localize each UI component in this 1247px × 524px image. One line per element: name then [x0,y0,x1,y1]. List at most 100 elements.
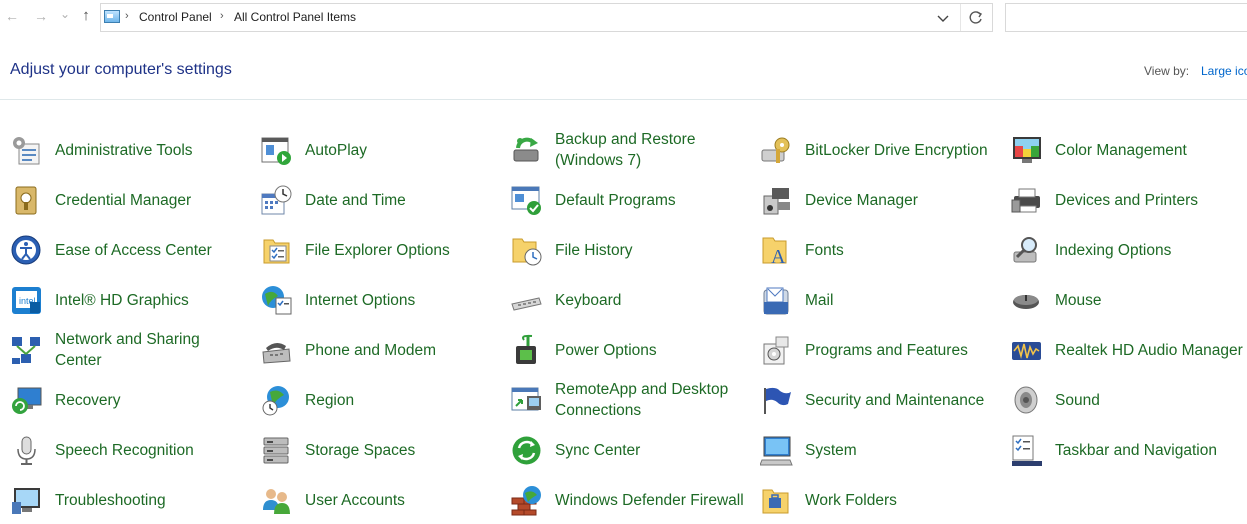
control-panel-item[interactable]: Color Management [1010,125,1247,175]
address-divider [960,4,961,31]
control-panel-item-label[interactable]: Devices and Printers [1055,190,1245,211]
control-panel-item-label[interactable]: Administrative Tools [55,140,245,161]
control-panel-item-label[interactable]: AutoPlay [305,140,495,161]
control-panel-item[interactable]: Taskbar and Navigation [1010,425,1247,475]
control-panel-item-label[interactable]: Power Options [555,340,745,361]
control-panel-item-label[interactable]: Device Manager [805,190,995,211]
control-panel-item[interactable]: Region [260,375,510,425]
control-panel-item-label[interactable]: Date and Time [305,190,495,211]
control-panel-item-label[interactable]: Taskbar and Navigation [1055,440,1245,461]
control-panel-item[interactable]: intel Intel® HD Graphics [10,275,260,325]
control-panel-item-label[interactable]: File History [555,240,745,261]
control-panel-item-label[interactable]: Recovery [55,390,245,411]
control-panel-item[interactable]: BitLocker Drive Encryption [760,125,1010,175]
control-panel-item[interactable]: Device Manager [760,175,1010,225]
control-panel-item[interactable]: Speech Recognition [10,425,260,475]
control-panel-item[interactable]: Ease of Access Center [10,225,260,275]
credential-manager-icon [10,184,43,217]
address-bar[interactable]: › Control Panel › All Control Panel Item… [100,3,993,32]
control-panel-item-label[interactable]: Troubleshooting [55,490,245,511]
control-panel-item[interactable]: Programs and Features [760,325,1010,375]
breadcrumb-separator[interactable]: › [220,10,224,22]
mouse-icon [1010,284,1043,317]
control-panel-icon [104,10,120,23]
control-panel-item[interactable]: Security and Maintenance [760,375,1010,425]
control-panel-item-label[interactable]: Storage Spaces [305,440,495,461]
control-panel-item-label[interactable]: Mouse [1055,290,1245,311]
control-panel-item[interactable]: Network and Sharing Center [10,325,260,375]
control-panel-item-label[interactable]: BitLocker Drive Encryption [805,140,995,161]
control-panel-item-label[interactable]: File Explorer Options [305,240,495,261]
security-maintenance-icon [760,384,793,417]
control-panel-item-label[interactable]: Default Programs [555,190,745,211]
address-dropdown-button[interactable] [935,8,951,28]
control-panel-item-label[interactable]: Backup and Restore (Windows 7) [555,129,745,171]
control-panel-item[interactable]: AutoPlay [260,125,510,175]
control-panel-item-label[interactable]: RemoteApp and Desktop Connections [555,379,745,421]
control-panel-item-label[interactable]: Indexing Options [1055,240,1245,261]
control-panel-item[interactable]: Mouse [1010,275,1247,325]
control-panel-item[interactable]: Date and Time [260,175,510,225]
control-panel-item[interactable]: Default Programs [510,175,760,225]
control-panel-item-label[interactable]: Programs and Features [805,340,995,361]
control-panel-item[interactable]: Sync Center [510,425,760,475]
recent-locations-button[interactable]: ⌄ [57,7,73,21]
control-panel-item-label[interactable]: Internet Options [305,290,495,311]
breadcrumb-all-items[interactable]: All Control Panel Items [234,10,356,24]
control-panel-item[interactable]: Windows Defender Firewall [510,475,760,524]
control-panel-item-label[interactable]: Work Folders [805,490,995,511]
phone-modem-icon [260,334,293,367]
back-button[interactable]: ← [4,9,20,23]
breadcrumb-control-panel[interactable]: Control Panel [139,10,212,24]
control-panel-item[interactable]: Recovery [10,375,260,425]
control-panel-item-label[interactable]: Realtek HD Audio Manager [1055,340,1245,361]
control-panel-item-label[interactable]: System [805,440,995,461]
sync-center-icon [510,434,543,467]
control-panel-item-label[interactable]: Ease of Access Center [55,240,245,261]
control-panel-item[interactable]: Backup and Restore (Windows 7) [510,125,760,175]
control-panel-item[interactable]: Phone and Modem [260,325,510,375]
control-panel-item[interactable]: Work Folders [760,475,1010,524]
control-panel-item[interactable]: Internet Options [260,275,510,325]
control-panel-item-label[interactable]: Credential Manager [55,190,245,211]
control-panel-item[interactable]: Sound [1010,375,1247,425]
control-panel-item[interactable]: Devices and Printers [1010,175,1247,225]
control-panel-item-label[interactable]: Network and Sharing Center [55,329,245,371]
control-panel-item[interactable]: System [759,425,1010,475]
control-panel-item-label[interactable]: Keyboard [555,290,745,311]
control-panel-item-label[interactable]: Fonts [805,240,995,261]
control-panel-item-label[interactable]: Windows Defender Firewall [555,490,745,511]
forward-button[interactable]: → [33,9,49,23]
control-panel-item[interactable]: Troubleshooting [10,475,260,524]
refresh-button[interactable] [967,9,985,27]
control-panel-item[interactable]: Realtek HD Audio Manager [1010,325,1247,375]
control-panel-item-label[interactable]: Intel® HD Graphics [55,290,245,311]
control-panel-item[interactable]: Storage Spaces [260,425,510,475]
control-panel-item[interactable]: Mail [760,275,1010,325]
control-panel-item-label[interactable]: Color Management [1055,140,1245,161]
control-panel-item[interactable]: File Explorer Options [260,225,510,275]
control-panel-item-label[interactable]: Mail [805,290,995,311]
control-panel-item[interactable]: File History [510,225,760,275]
control-panel-item-label[interactable]: Sound [1055,390,1245,411]
control-panel-item[interactable]: Credential Manager [10,175,260,225]
control-panel-item[interactable]: RemoteApp and Desktop Connections [510,375,760,425]
control-panel-item[interactable]: User Accounts [260,475,510,524]
control-panel-item[interactable]: Indexing Options [1010,225,1247,275]
control-panel-item-label[interactable]: Sync Center [555,440,745,461]
control-panel-item[interactable]: A Fonts [760,225,1010,275]
user-accounts-icon [260,484,293,517]
control-panel-item-label[interactable]: Region [305,390,495,411]
control-panel-item-label[interactable]: Speech Recognition [55,440,245,461]
up-button[interactable]: ↑ [78,8,94,23]
control-panel-item-label[interactable]: User Accounts [305,490,495,511]
control-panel-item-label[interactable]: Phone and Modem [305,340,495,361]
view-by-dropdown[interactable]: Large icons [1201,64,1247,78]
breadcrumb-separator[interactable]: › [125,10,129,22]
control-panel-item[interactable]: Keyboard [510,275,760,325]
control-panel-item-label[interactable]: Security and Maintenance [805,390,995,411]
search-input[interactable] [1005,3,1247,32]
navigation-bar: ← → ⌄ ↑ › Control Panel › All Control Pa… [0,0,1247,34]
control-panel-item[interactable]: Administrative Tools [10,125,260,175]
control-panel-item[interactable]: Power Options [510,325,760,375]
